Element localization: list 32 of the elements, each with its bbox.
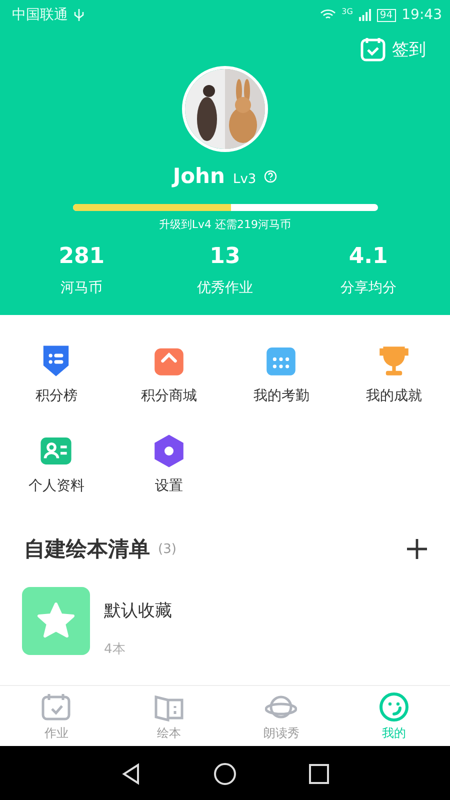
stat-label: 分享均分 [340, 279, 396, 297]
smiley-icon [378, 690, 410, 722]
network-label: 3G [342, 7, 353, 16]
carrier-label: 中国联通 [12, 6, 68, 24]
menu-item[interactable]: 积分商城 [112, 343, 225, 405]
stat-label: 河马币 [60, 279, 103, 297]
battery-indicator: 94 [376, 8, 396, 22]
stat-value: 4.1 [348, 244, 388, 269]
menu-item[interactable]: 设置 [112, 433, 225, 495]
list-count: 4本 [104, 641, 126, 658]
add-icon[interactable] [406, 538, 428, 560]
menu-item[interactable]: 积分榜 [0, 343, 112, 405]
section-title: 自建绘本清单 [24, 536, 150, 563]
recents-icon[interactable] [307, 762, 331, 786]
calendar-check-icon [360, 36, 386, 62]
usb-icon [74, 8, 84, 22]
section-count: (3) [158, 542, 176, 556]
home-icon[interactable] [213, 762, 237, 786]
signal-icon [358, 9, 371, 21]
menu-item[interactable]: 我的考勤 [225, 343, 338, 405]
menu-item[interactable]: 我的成就 [338, 343, 450, 405]
user-name: John [172, 164, 225, 188]
list-thumbnail[interactable] [22, 587, 90, 655]
menu-item[interactable]: 个人资料 [0, 433, 112, 495]
stat-label: 优秀作业 [196, 279, 253, 297]
stat-value: 281 [58, 244, 105, 269]
list-title[interactable]: 默认收藏 [104, 599, 172, 622]
wifi-icon [320, 9, 336, 21]
level-label: Lv3 [232, 172, 256, 187]
time-label: 19:43 [402, 7, 442, 23]
stat-value: 13 [210, 244, 240, 269]
upgrade-hint: 升级到Lv4 还需219河马币 [158, 217, 292, 232]
